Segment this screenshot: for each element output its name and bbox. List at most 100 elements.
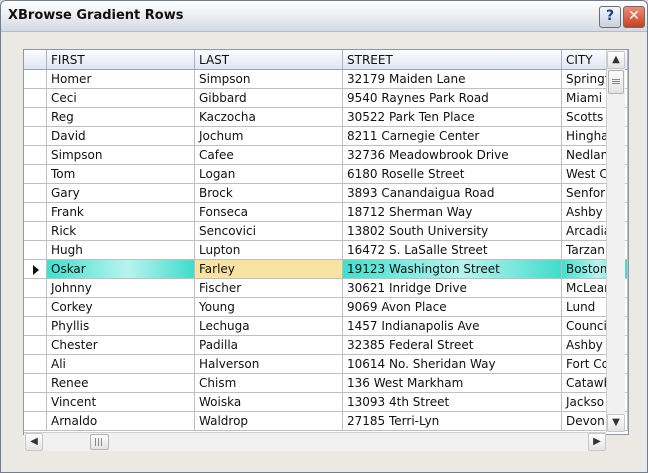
row-indicator[interactable] xyxy=(24,260,47,279)
cell-first[interactable]: Homer xyxy=(47,70,195,89)
cell-last[interactable]: Farley xyxy=(195,260,343,279)
row-indicator[interactable] xyxy=(24,298,47,317)
row-indicator[interactable] xyxy=(24,241,47,260)
vertical-scrollbar[interactable]: ▲ ▼ xyxy=(606,50,625,432)
cell-first[interactable]: Oskar xyxy=(47,260,195,279)
horizontal-scroll-thumb[interactable] xyxy=(90,434,109,450)
row-indicator[interactable] xyxy=(24,279,47,298)
row-indicator[interactable] xyxy=(24,108,47,127)
table-row[interactable]: Tom Logan 6180 Roselle Street West C xyxy=(24,165,628,184)
cell-first[interactable]: Tom xyxy=(47,165,195,184)
column-header-first[interactable]: FIRST xyxy=(47,50,195,70)
cell-street[interactable]: 6180 Roselle Street xyxy=(343,165,562,184)
table-row[interactable]: Homer Simpson 32179 Maiden Lane Springf xyxy=(24,70,628,89)
cell-first[interactable]: Johnny xyxy=(47,279,195,298)
scroll-right-icon[interactable]: ▶ xyxy=(588,433,606,451)
cell-last[interactable]: Fonseca xyxy=(195,203,343,222)
cell-street[interactable]: 32179 Maiden Lane xyxy=(343,70,562,89)
scroll-up-icon[interactable]: ▲ xyxy=(607,51,625,69)
table-row[interactable]: Gary Brock 3893 Canandaigua Road Senfor xyxy=(24,184,628,203)
cell-first[interactable]: Rick xyxy=(47,222,195,241)
row-indicator[interactable] xyxy=(24,146,47,165)
cell-first[interactable]: Corkey xyxy=(47,298,195,317)
cell-last[interactable]: Gibbard xyxy=(195,89,343,108)
cell-street[interactable]: 30522 Park Ten Place xyxy=(343,108,562,127)
row-indicator[interactable] xyxy=(24,336,47,355)
cell-street[interactable]: 9069 Avon Place xyxy=(343,298,562,317)
row-indicator[interactable] xyxy=(24,374,47,393)
cell-first[interactable]: Renee xyxy=(47,374,195,393)
cell-first[interactable]: Vincent xyxy=(47,393,195,412)
column-header-last[interactable]: LAST xyxy=(195,50,343,70)
table-row[interactable]: Corkey Young 9069 Avon Place Lund xyxy=(24,298,628,317)
cell-last[interactable]: Lupton xyxy=(195,241,343,260)
cell-first[interactable]: Arnaldo xyxy=(47,412,195,431)
close-icon[interactable]: ✕ xyxy=(623,6,645,28)
cell-first[interactable]: Frank xyxy=(47,203,195,222)
cell-first[interactable]: Chester xyxy=(47,336,195,355)
row-indicator[interactable] xyxy=(24,222,47,241)
cell-street[interactable]: 19123 Washington Street xyxy=(343,260,562,279)
cell-last[interactable]: Chism xyxy=(195,374,343,393)
cell-street[interactable]: 13802 South University xyxy=(343,222,562,241)
cell-first[interactable]: Hugh xyxy=(47,241,195,260)
cell-last[interactable]: Jochum xyxy=(195,127,343,146)
table-row[interactable]: Frank Fonseca 18712 Sherman Way Ashby xyxy=(24,203,628,222)
row-indicator[interactable] xyxy=(24,393,47,412)
cell-street[interactable]: 18712 Sherman Way xyxy=(343,203,562,222)
vertical-scroll-thumb[interactable] xyxy=(608,70,624,94)
cell-street[interactable]: 9540 Raynes Park Road xyxy=(343,89,562,108)
table-row[interactable]: Ali Halverson 10614 No. Sheridan Way Fort C… xyxy=(24,355,628,374)
table-row[interactable]: Simpson Cafee 32736 Meadowbrook Drive Nedla… xyxy=(24,146,628,165)
table-row[interactable]: Arnaldo Waldrop 27185 Terri-Lyn Devon xyxy=(24,412,628,431)
cell-street[interactable]: 8211 Carnegie Center xyxy=(343,127,562,146)
cell-last[interactable]: Cafee xyxy=(195,146,343,165)
cell-last[interactable]: Woiska xyxy=(195,393,343,412)
table-row[interactable]: David Jochum 8211 Carnegie Center Hingha xyxy=(24,127,628,146)
cell-first[interactable]: Simpson xyxy=(47,146,195,165)
horizontal-scrollbar[interactable]: ◀ ▶ xyxy=(24,432,606,451)
scroll-down-icon[interactable]: ▼ xyxy=(607,414,625,432)
cell-last[interactable]: Brock xyxy=(195,184,343,203)
row-indicator[interactable] xyxy=(24,184,47,203)
cell-last[interactable]: Kaczocha xyxy=(195,108,343,127)
table-row[interactable]: Vincent Woiska 13093 4th Street Jackso xyxy=(24,393,628,412)
title-bar[interactable]: XBrowse Gradient Rows ? ✕ xyxy=(1,1,647,32)
row-indicator[interactable] xyxy=(24,165,47,184)
cell-first[interactable]: David xyxy=(47,127,195,146)
table-row[interactable]: Ceci Gibbard 9540 Raynes Park Road Miami xyxy=(24,89,628,108)
cell-last[interactable]: Young xyxy=(195,298,343,317)
cell-street[interactable]: 32385 Federal Street xyxy=(343,336,562,355)
cell-street[interactable]: 3893 Canandaigua Road xyxy=(343,184,562,203)
scroll-left-icon[interactable]: ◀ xyxy=(25,433,43,451)
data-grid[interactable]: FIRST LAST STREET CITY Homer Simpson 32179… xyxy=(23,49,629,435)
table-row[interactable]: Rick Sencovici 13802 South University Arcad… xyxy=(24,222,628,241)
cell-last[interactable]: Sencovici xyxy=(195,222,343,241)
cell-last[interactable]: Logan xyxy=(195,165,343,184)
row-indicator[interactable] xyxy=(24,317,47,336)
row-indicator[interactable] xyxy=(24,89,47,108)
table-row[interactable]: Reg Kaczocha 30522 Park Ten Place Scotts xyxy=(24,108,628,127)
cell-last[interactable]: Waldrop xyxy=(195,412,343,431)
cell-last[interactable]: Halverson xyxy=(195,355,343,374)
cell-last[interactable]: Simpson xyxy=(195,70,343,89)
cell-street[interactable]: 1457 Indianapolis Ave xyxy=(343,317,562,336)
row-indicator[interactable] xyxy=(24,355,47,374)
row-indicator[interactable] xyxy=(24,412,47,431)
cell-last[interactable]: Padilla xyxy=(195,336,343,355)
cell-street[interactable]: 32736 Meadowbrook Drive xyxy=(343,146,562,165)
table-row[interactable]: Chester Padilla 32385 Federal Street Ashby xyxy=(24,336,628,355)
cell-last[interactable]: Lechuga xyxy=(195,317,343,336)
row-indicator[interactable] xyxy=(24,127,47,146)
table-row[interactable]: Renee Chism 136 West Markham Catawb xyxy=(24,374,628,393)
table-row[interactable]: Hugh Lupton 16472 S. LaSalle Street Tarzan xyxy=(24,241,628,260)
cell-street[interactable]: 136 West Markham xyxy=(343,374,562,393)
cell-street[interactable]: 16472 S. LaSalle Street xyxy=(343,241,562,260)
row-indicator[interactable] xyxy=(24,203,47,222)
cell-first[interactable]: Reg xyxy=(47,108,195,127)
help-icon[interactable]: ? xyxy=(599,6,621,28)
row-indicator[interactable] xyxy=(24,70,47,89)
cell-street[interactable]: 13093 4th Street xyxy=(343,393,562,412)
cell-last[interactable]: Fischer xyxy=(195,279,343,298)
table-row[interactable]: Oskar Farley 19123 Washington Street Boston xyxy=(24,260,628,279)
